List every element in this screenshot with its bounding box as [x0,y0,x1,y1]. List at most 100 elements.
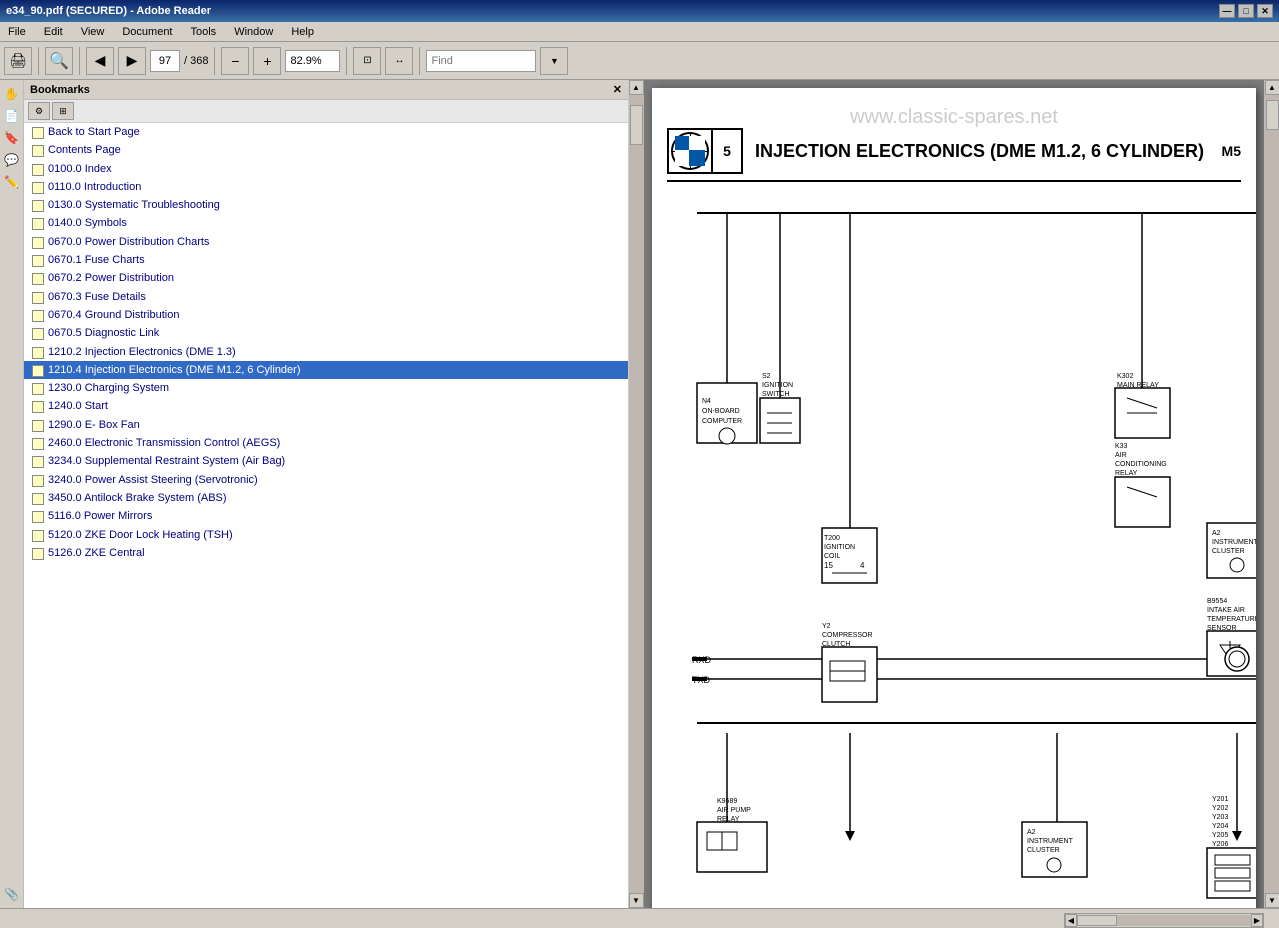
scroll-down-right[interactable]: ▼ [1265,893,1279,908]
fit-width-button[interactable]: ↔ [385,47,413,75]
bookmarks-list: Back to Start PageContents Page 0100.0 In… [24,123,628,908]
bookmark-item-12[interactable]: 1210.2 Injection Electronics (DME 1.3) [24,343,628,361]
bookmarks-collapse[interactable]: ✕ [613,83,622,96]
bookmark-item-5[interactable]: 0140.0 Symbols [24,214,628,232]
print-button[interactable]: 🖨 [4,47,32,75]
zoom-in-btn2[interactable]: + [253,47,281,75]
bookmark-label: 0670.1 Fuse Charts [48,253,145,267]
menu-document[interactable]: Document [118,24,176,40]
scroll-up-right[interactable]: ▲ [1265,80,1279,95]
maximize-button[interactable]: □ [1238,4,1254,18]
hand-icon[interactable]: ✋ [2,84,22,104]
minimize-button[interactable]: — [1219,4,1235,18]
bookmark-item-4[interactable]: 0130.0 Systematic Troubleshooting [24,196,628,214]
bookmark-label: 0670.0 Power Distribution Charts [48,235,209,249]
bookmark-item-13[interactable]: 1210.4 Injection Electronics (DME M1.2, … [24,361,628,379]
zoom-out-button[interactable]: − [221,47,249,75]
bookmark-label: 3240.0 Power Assist Steering (Servotroni… [48,473,258,487]
bookmark-item-15[interactable]: 1240.0 Start [24,397,628,415]
zoom-input[interactable] [285,50,340,72]
menu-edit[interactable]: Edit [40,24,67,40]
menu-window[interactable]: Window [230,24,277,40]
diagram-header: 5 INJECTION ELECTRONICS (DME M1.2, 6 CYL… [667,128,1241,174]
find-button[interactable]: ▼ [540,47,568,75]
bookmark-item-0[interactable]: Back to Start Page [24,123,628,141]
right-scroll-thumb[interactable] [1266,100,1279,130]
bookmark-page-icon [32,127,44,139]
bookmark-item-21[interactable]: 5116.0 Power Mirrors [24,507,628,525]
bookmark-item-14[interactable]: 1230.0 Charging System [24,379,628,397]
svg-text:4: 4 [860,561,865,570]
bookmark-icon[interactable]: 🔖 [2,128,22,148]
close-button[interactable]: ✕ [1257,4,1273,18]
h-scroll-thumb[interactable] [1077,915,1117,926]
bookmark-item-3[interactable]: 0110.0 Introduction [24,178,628,196]
fit-page-button[interactable]: ⊡ [353,47,381,75]
bottom-scrollbar[interactable]: ◀ ▶ [1064,913,1264,928]
svg-text:CLUSTER: CLUSTER [1212,548,1245,555]
svg-text:Y205: Y205 [1212,832,1228,839]
bookmark-label: 1210.4 Injection Electronics (DME M1.2, … [48,363,301,377]
svg-text:COMPUTER: COMPUTER [702,418,742,425]
svg-text:N4: N4 [702,398,711,405]
bookmark-label: 0670.2 Power Distribution [48,271,174,285]
menu-tools[interactable]: Tools [187,24,221,40]
menu-view[interactable]: View [77,24,109,40]
find-input[interactable] [426,50,536,72]
menu-help[interactable]: Help [287,24,318,40]
bookmark-item-18[interactable]: 3234.0 Supplemental Restraint System (Ai… [24,452,628,470]
bmw-logo [667,128,713,174]
bookmark-page-icon [32,182,44,194]
bookmark-page-icon [32,475,44,487]
bookmark-item-23[interactable]: 5126.0 ZKE Central [24,544,628,562]
svg-text:K9589: K9589 [717,798,737,805]
bookmarks-options-button[interactable]: ⚙ [28,102,50,120]
menu-file[interactable]: File [4,24,30,40]
comment-icon[interactable]: 💬 [2,150,22,170]
svg-text:SWITCH: SWITCH [762,391,790,398]
scroll-thumb[interactable] [630,105,643,145]
bookmark-label: 5120.0 ZKE Door Lock Heating (TSH) [48,528,233,542]
bookmark-page-icon [32,365,44,377]
scroll-down-arrow[interactable]: ▼ [629,893,644,908]
zoom-in-button[interactable]: 🔍 [45,47,73,75]
svg-text:S2: S2 [762,373,771,380]
bookmark-item-2[interactable]: 0100.0 Index [24,160,628,178]
bookmark-label: 0100.0 Index [48,162,112,176]
bookmark-item-11[interactable]: 0670.5 Diagnostic Link [24,324,628,342]
bookmark-item-19[interactable]: 3240.0 Power Assist Steering (Servotroni… [24,471,628,489]
page-number-input[interactable]: 97 [150,50,180,72]
bookmark-label: 3450.0 Antilock Brake System (ABS) [48,491,227,505]
bookmark-item-8[interactable]: 0670.2 Power Distribution [24,269,628,287]
bookmark-item-22[interactable]: 5120.0 ZKE Door Lock Heating (TSH) [24,526,628,544]
window-controls[interactable]: — □ ✕ [1219,4,1273,18]
bookmark-item-6[interactable]: 0670.0 Power Distribution Charts [24,233,628,251]
bookmark-item-9[interactable]: 0670.3 Fuse Details [24,288,628,306]
bookmark-item-16[interactable]: 1290.0 E- Box Fan [24,416,628,434]
bookmark-item-7[interactable]: 0670.1 Fuse Charts [24,251,628,269]
bookmark-item-17[interactable]: 2460.0 Electronic Transmission Control (… [24,434,628,452]
bookmarks-scrollbar[interactable]: ▲ ▼ [629,80,644,908]
bookmark-page-icon [32,438,44,450]
bookmarks-expand-button[interactable]: ⊞ [52,102,74,120]
page-icon[interactable]: 📄 [2,106,22,126]
bookmark-item-1[interactable]: Contents Page [24,141,628,159]
bookmark-label: 5116.0 Power Mirrors [48,509,152,523]
bookmark-item-10[interactable]: 0670.4 Ground Distribution [24,306,628,324]
right-scrollbar[interactable]: ▲ ▼ [1264,80,1279,908]
pen-icon[interactable]: ✏️ [2,172,22,192]
bmw-number: 5 [713,128,743,174]
svg-text:Y2: Y2 [822,623,831,630]
paperclip-icon[interactable]: 📎 [2,884,22,904]
diagram-subtitle: M5 [1222,143,1241,159]
prev-page-button[interactable]: ◀ [86,47,114,75]
scroll-right-arrow[interactable]: ▶ [1251,914,1263,927]
bookmark-item-20[interactable]: 3450.0 Antilock Brake System (ABS) [24,489,628,507]
svg-text:COIL: COIL [824,553,840,560]
svg-text:COMPRESSOR: COMPRESSOR [822,632,873,639]
scroll-up-arrow[interactable]: ▲ [629,80,644,95]
svg-text:CONDITIONING: CONDITIONING [1115,461,1167,468]
bookmark-label: 2460.0 Electronic Transmission Control (… [48,436,280,450]
next-page-button[interactable]: ▶ [118,47,146,75]
scroll-left-arrow[interactable]: ◀ [1065,914,1077,927]
